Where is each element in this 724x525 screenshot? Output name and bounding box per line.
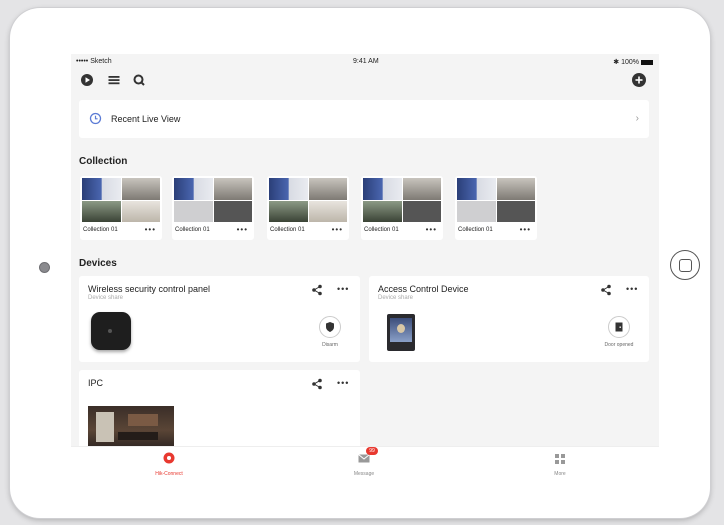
camera-thumbnail — [308, 200, 347, 222]
share-icon[interactable] — [600, 284, 612, 296]
play-icon[interactable] — [79, 72, 95, 88]
recent-live-view-row[interactable]: Recent Live View › — [79, 100, 649, 138]
collection-name: Collection 01 — [175, 227, 210, 233]
camera-thumbnail — [308, 178, 347, 200]
more-icon[interactable]: ••• — [626, 284, 638, 294]
battery-label: 100% — [621, 59, 639, 66]
device-title: Wireless security control panel — [88, 284, 211, 294]
door-open-button[interactable] — [608, 316, 630, 338]
collection-card[interactable]: Collection 01 ••• — [172, 176, 254, 240]
devices-heading: Devices — [79, 258, 117, 269]
more-icon[interactable]: ••• — [337, 284, 349, 294]
tab-label: Hik-Connect — [155, 471, 183, 477]
more-icon[interactable]: ••• — [145, 225, 156, 234]
status-time: 9:41 AM — [353, 58, 379, 65]
add-icon[interactable] — [631, 72, 647, 88]
search-icon[interactable] — [131, 72, 147, 88]
door-icon — [615, 322, 623, 332]
device-subtitle: Device share — [378, 295, 414, 301]
top-toolbar — [71, 72, 659, 90]
access-device-image — [387, 314, 415, 351]
collection-card[interactable]: Collection 01 ••• — [267, 176, 349, 240]
carrier-label: ••••• Sketch — [76, 58, 112, 65]
more-icon[interactable]: ••• — [237, 225, 248, 234]
collection-thumbnails — [269, 178, 347, 222]
camera-thumbnail — [402, 200, 441, 222]
collection-name: Collection 01 — [270, 227, 305, 233]
tab-hik-connect[interactable]: Hik-Connect — [129, 451, 209, 477]
disarm-button[interactable] — [319, 316, 341, 338]
collection-thumbnails — [363, 178, 441, 222]
device-card-ipc[interactable]: IPC ••• — [79, 370, 360, 450]
recent-live-view-label: Recent Live View — [111, 114, 181, 124]
front-camera — [39, 262, 50, 273]
list-icon[interactable] — [106, 72, 122, 88]
more-icon[interactable]: ••• — [332, 225, 343, 234]
camera-thumbnail — [457, 178, 496, 200]
collection-name: Collection 01 — [364, 227, 399, 233]
more-icon[interactable]: ••• — [426, 225, 437, 234]
camera-thumbnail — [213, 200, 252, 222]
camera-thumbnail — [269, 178, 308, 200]
camera-thumbnail — [174, 200, 213, 222]
collection-card[interactable]: Collection 01 ••• — [80, 176, 162, 240]
clock-icon — [89, 112, 102, 125]
device-title: IPC — [88, 378, 104, 388]
disarm-label: Disarm — [322, 342, 338, 348]
door-opened-label: Door opened — [604, 342, 634, 348]
device-subtitle: Device share — [88, 295, 124, 301]
status-bar: ••••• Sketch 9:41 AM ✱ 100% — [71, 54, 659, 68]
bottom-tab-bar: Hik-Connect 99 Message More — [71, 446, 659, 478]
app-screen: ••••• Sketch 9:41 AM ✱ 100% Recent Live … — [71, 54, 659, 478]
device-card-wireless-panel[interactable]: Wireless security control panel Device s… — [79, 276, 360, 362]
collection-name: Collection 01 — [83, 227, 118, 233]
hik-connect-icon — [163, 452, 175, 464]
ipc-preview-image[interactable] — [88, 406, 174, 450]
collection-thumbnails — [457, 178, 535, 222]
collection-thumbnails — [82, 178, 160, 222]
tab-message[interactable]: 99 Message — [324, 447, 404, 477]
camera-thumbnail — [363, 178, 402, 200]
share-icon[interactable] — [311, 378, 323, 390]
camera-thumbnail — [121, 200, 160, 222]
camera-thumbnail — [363, 200, 402, 222]
camera-thumbnail — [402, 178, 441, 200]
camera-thumbnail — [121, 178, 160, 200]
chevron-right-icon: › — [635, 113, 639, 124]
message-badge: 99 — [366, 447, 378, 455]
control-panel-image — [91, 312, 131, 350]
tab-label: More — [554, 471, 566, 477]
device-title: Access Control Device — [378, 284, 469, 294]
tab-more[interactable]: More — [520, 451, 600, 477]
more-icon[interactable]: ••• — [520, 225, 531, 234]
collection-name: Collection 01 — [458, 227, 493, 233]
share-icon[interactable] — [311, 284, 323, 296]
collection-card[interactable]: Collection 01 ••• — [361, 176, 443, 240]
collection-thumbnails — [174, 178, 252, 222]
camera-thumbnail — [82, 200, 121, 222]
more-icon[interactable]: ••• — [337, 378, 349, 388]
camera-thumbnail — [213, 178, 252, 200]
collection-card[interactable]: Collection 01 ••• — [455, 176, 537, 240]
camera-thumbnail — [82, 178, 121, 200]
battery-status: ✱ 100% — [613, 58, 653, 66]
collection-heading: Collection — [79, 156, 128, 167]
envelope-icon — [358, 454, 370, 463]
device-card-access-control[interactable]: Access Control Device Device share ••• D… — [369, 276, 649, 362]
camera-thumbnail — [457, 200, 496, 222]
camera-thumbnail — [496, 178, 535, 200]
grid-icon — [555, 454, 565, 464]
camera-thumbnail — [269, 200, 308, 222]
camera-thumbnail — [174, 178, 213, 200]
battery-icon — [641, 59, 653, 65]
tab-label: Message — [353, 471, 375, 477]
home-button[interactable] — [670, 250, 700, 280]
camera-thumbnail — [496, 200, 535, 222]
shield-icon — [326, 322, 334, 332]
